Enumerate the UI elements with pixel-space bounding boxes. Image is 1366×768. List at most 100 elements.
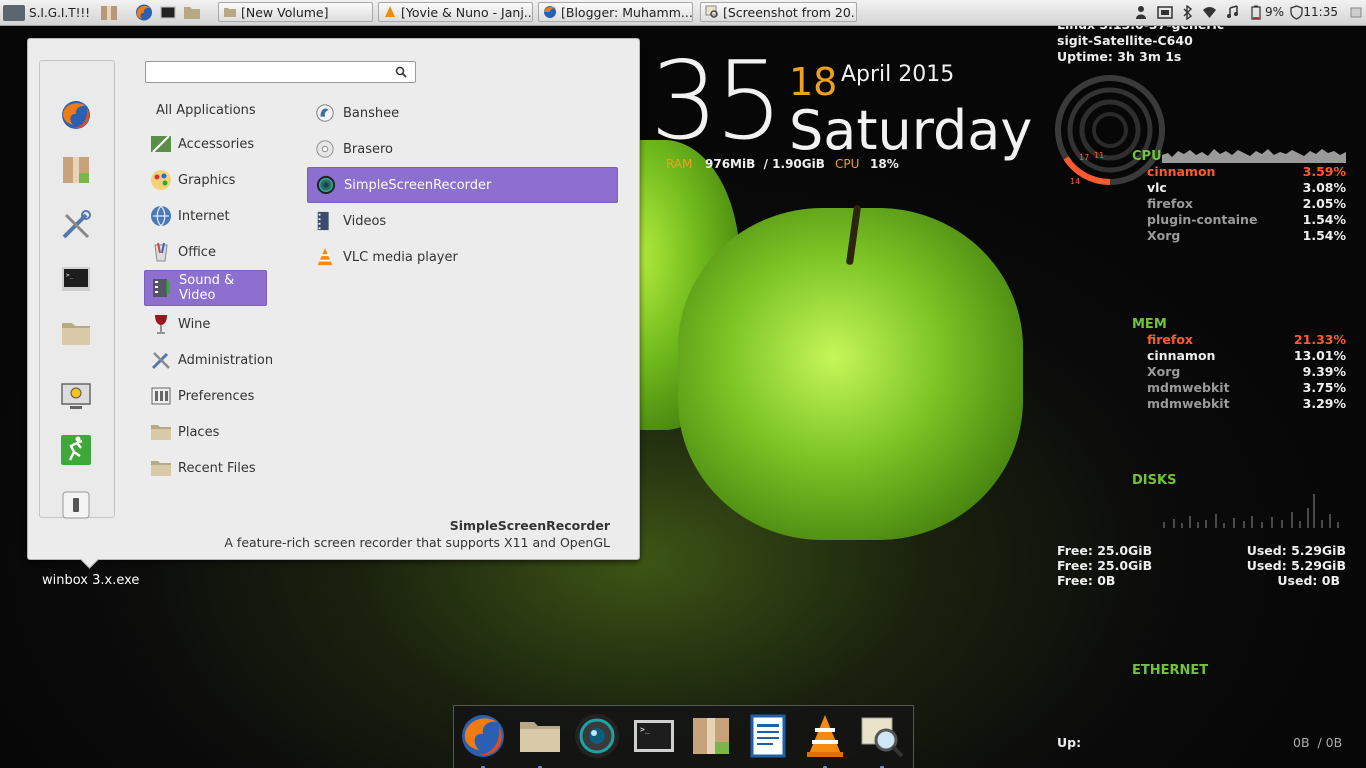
category-accessories[interactable]: Accessories <box>144 126 267 162</box>
battery-icon[interactable] <box>1250 5 1262 20</box>
menu-button[interactable]: S.I.G.I.T!!! <box>3 3 90 22</box>
desktop-clock-minutes: 35 <box>650 39 783 164</box>
bluetooth-icon[interactable] <box>1182 5 1193 20</box>
category-sound-video[interactable]: Sound & Video <box>144 270 267 306</box>
category-recent-files[interactable]: Recent Files <box>144 450 267 486</box>
category-label: Places <box>178 424 220 440</box>
fav-firefox-icon[interactable] <box>60 99 92 131</box>
app-item-label: Brasero <box>343 141 394 157</box>
process-value: 3.75% <box>1302 380 1346 395</box>
vlc-icon <box>317 247 333 266</box>
taskbar-item-screenshot[interactable]: [Screenshot from 20... <box>700 2 857 22</box>
disk-row: Free: 25.0GiB Used: 5.29GiB <box>1057 558 1346 573</box>
taskbar-item-new-volume[interactable]: [New Volume] <box>218 2 373 22</box>
keyboard-icon[interactable] <box>1157 5 1173 20</box>
category-places[interactable]: Places <box>144 414 267 450</box>
fav-package-icon[interactable] <box>60 154 92 186</box>
dock-file-manager-icon[interactable] <box>516 712 564 760</box>
category-wine[interactable]: Wine <box>144 306 267 342</box>
panel-launcher-package-icon[interactable] <box>100 4 118 21</box>
conky-ethernet-title: ETHERNET <box>1132 663 1209 678</box>
fav-tools-icon[interactable] <box>60 209 92 241</box>
dock-image-viewer-icon[interactable] <box>858 712 906 760</box>
app-item-vlc-media-player[interactable]: VLC media player <box>307 239 618 275</box>
panel-launcher-firefox-icon[interactable] <box>135 4 153 21</box>
user-icon[interactable] <box>1135 5 1147 20</box>
menu-search-box <box>145 61 416 83</box>
disk-free: Free: 25.0GiB <box>1057 558 1153 573</box>
panel-launcher-terminal-icon[interactable] <box>159 4 177 21</box>
category-preferences[interactable]: Preferences <box>144 378 267 414</box>
panel-clock[interactable]: 11:35 <box>1303 5 1338 19</box>
taskbar-item-firefox[interactable]: [Blogger: Muhamm... <box>538 2 693 22</box>
dock-camera-icon[interactable] <box>573 712 621 760</box>
process-row: mdmwebkit 3.75% <box>1147 380 1346 396</box>
process-row: plugin-containe 1.54% <box>1147 212 1346 228</box>
process-name: firefox <box>1147 196 1193 211</box>
image-viewer-icon <box>705 5 718 18</box>
gauge-label-1: 17 <box>1079 153 1089 162</box>
process-row: firefox 2.05% <box>1147 196 1346 212</box>
category-administration[interactable]: Administration <box>144 342 273 378</box>
desktop-icon-label[interactable]: winbox 3.x.exe <box>42 573 139 588</box>
folder-icon <box>151 425 171 440</box>
app-item-label: SimpleScreenRecorder <box>344 177 492 193</box>
accessories-icon <box>151 135 171 153</box>
ram-label: RAM <box>666 157 693 171</box>
category-graphics[interactable]: Graphics <box>144 162 267 198</box>
show-desktop-icon[interactable] <box>1350 5 1362 20</box>
dock-writer-icon[interactable] <box>744 712 792 760</box>
fav-logout-icon[interactable] <box>60 434 92 466</box>
conky-up-value: 0B / 0B <box>1293 735 1343 750</box>
desktop-month-year: April 2015 <box>841 62 955 87</box>
music-icon[interactable] <box>1226 5 1240 20</box>
dock-package-icon[interactable] <box>687 712 735 760</box>
conky-mem-title: MEM <box>1132 317 1167 332</box>
process-value: 9.39% <box>1302 364 1346 379</box>
app-item-simplescreenrecorder[interactable]: SimpleScreenRecorder <box>307 167 618 203</box>
app-item-banshee[interactable]: Banshee <box>307 95 618 131</box>
taskbar-item-vlc[interactable]: [Yovie & Nuno - Janj... <box>378 2 533 22</box>
disk-row: Free: 25.0GiB Used: 5.29GiB <box>1057 543 1346 558</box>
category-internet[interactable]: Internet <box>144 198 267 234</box>
search-icon[interactable] <box>395 66 407 78</box>
app-item-brasero[interactable]: Brasero <box>307 131 618 167</box>
dock: >_ <box>453 705 914 768</box>
fav-lock-screen-icon[interactable] <box>60 380 92 412</box>
preferences-icon <box>151 387 171 405</box>
fav-terminal-icon[interactable]: >_ <box>60 263 92 295</box>
dock-vlc-icon[interactable] <box>801 712 849 760</box>
app-item-label: VLC media player <box>343 249 458 265</box>
category-all-applications[interactable]: All Applications <box>144 92 267 128</box>
disk-row: Free: 0B Used: 0B <box>1057 573 1346 588</box>
menu-logo-icon <box>3 4 25 21</box>
conky-cpu-title: CPU <box>1132 149 1162 164</box>
process-row: firefox 21.33% <box>1147 332 1346 348</box>
application-menu: >_ All Applications Accessories Graphics I… <box>27 38 640 560</box>
app-item-videos[interactable]: Videos <box>307 203 618 239</box>
brasero-icon <box>316 140 334 158</box>
svg-text:>_: >_ <box>640 725 650 734</box>
screenrecorder-icon <box>316 175 336 195</box>
process-value: 3.29% <box>1302 396 1346 411</box>
conky-hostname: sigit-Satellite-C640 <box>1057 33 1193 48</box>
fav-folder-icon[interactable] <box>60 317 92 349</box>
process-row: mdmwebkit 3.29% <box>1147 396 1346 412</box>
category-label: Sound & Video <box>179 273 235 303</box>
folder-icon <box>151 461 171 476</box>
category-office[interactable]: Office <box>144 234 267 270</box>
shield-icon[interactable] <box>1290 5 1303 20</box>
dock-firefox-icon[interactable] <box>459 712 507 760</box>
fav-shutdown-icon[interactable] <box>60 489 92 521</box>
gauge-label-3: 14 <box>1070 177 1080 186</box>
dock-terminal-icon[interactable]: >_ <box>630 712 678 760</box>
taskbar-item-label: [New Volume] <box>241 4 329 20</box>
banshee-icon <box>316 104 334 122</box>
process-row: cinnamon 3.59% <box>1147 164 1346 180</box>
menu-search-input[interactable] <box>150 64 389 82</box>
category-label: Preferences <box>178 388 255 404</box>
wifi-icon[interactable] <box>1202 5 1217 20</box>
category-label: Office <box>178 244 216 260</box>
app-item-label: Videos <box>343 213 387 229</box>
panel-launcher-folder-icon[interactable] <box>183 4 201 21</box>
